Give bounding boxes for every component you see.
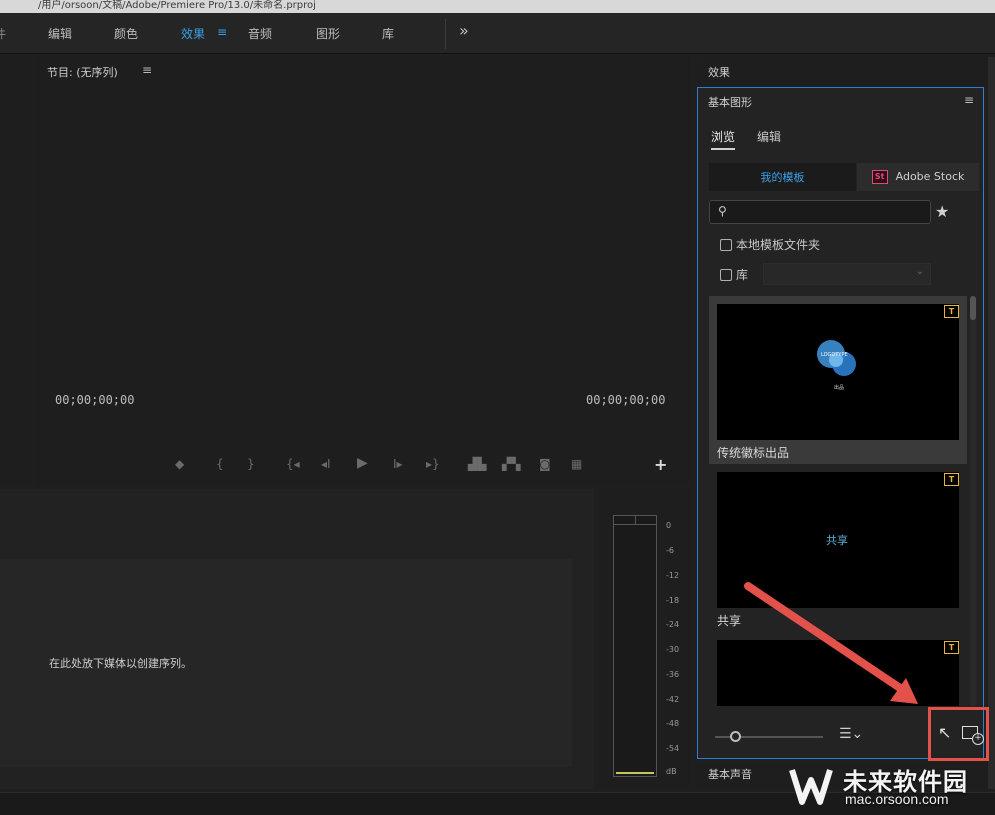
checkbox-icon — [720, 269, 732, 281]
meter-scale-label: -30 — [666, 645, 680, 654]
timeline-panel: 在此处放下媒体以创建序列。 — [0, 489, 594, 789]
essential-sound-title: 基本声音 — [708, 768, 752, 781]
template-list-scrollbar[interactable] — [970, 296, 976, 706]
template-type-icon: T — [944, 305, 959, 318]
meter-scale-label: -18 — [666, 596, 680, 605]
export-frame-icon[interactable]: ◙ — [539, 457, 551, 471]
template-type-icon: T — [944, 641, 959, 654]
go-to-in-icon[interactable]: {◂ — [286, 457, 300, 471]
favorites-star-icon[interactable]: ★ — [935, 202, 949, 221]
window-path: /用户/orsoon/文稿/Adobe/Premiere Pro/13.0/未命… — [0, 0, 995, 13]
adobe-stock-button[interactable]: St Adobe Stock — [857, 163, 979, 191]
scrollbar-thumb[interactable] — [970, 296, 976, 320]
lift-icon[interactable]: ▟▙ — [468, 457, 486, 471]
workspace-tab-libraries[interactable]: 库 — [382, 25, 394, 42]
workspace-menu-icon[interactable]: ≡ — [217, 25, 227, 39]
workspace-bar: 件 编辑 颜色 效果 ≡ 音频 图形 库 » — [0, 13, 995, 54]
program-monitor: 节目: (无序列) ≡ 00;00;00;00 00;00;00;00 ◆ { … — [36, 57, 690, 485]
watermark-url: mac.orsoon.com — [845, 791, 949, 807]
workspace-divider — [445, 19, 446, 49]
template-type-icon: T — [944, 473, 959, 486]
watermark-logo-icon — [789, 769, 833, 805]
my-templates-button[interactable]: 我的模板 — [709, 163, 856, 191]
chevron-down-icon: ⌄ — [915, 266, 924, 277]
workspace-tab-color[interactable]: 颜色 — [114, 25, 138, 42]
template-card[interactable]: LOGOTYPE 出品 T 传统徽标出品 — [709, 296, 967, 464]
library-select[interactable]: ⌄ — [763, 263, 931, 285]
mark-out-icon[interactable]: } — [247, 457, 255, 471]
workspace-tab-effects[interactable]: 效果 — [181, 25, 205, 42]
libraries-checkbox[interactable]: 库 — [720, 266, 748, 283]
template-thumbnail: LOGOTYPE 出品 — [717, 304, 959, 440]
audio-meter-track — [613, 515, 657, 777]
meter-scale-label: -36 — [666, 670, 680, 679]
meter-scale-label: 0 — [666, 521, 672, 530]
source-panel-strip — [0, 57, 32, 485]
tab-edit[interactable]: 编辑 — [757, 128, 781, 145]
step-forward-icon[interactable]: I▸ — [393, 457, 403, 471]
meter-scale-label: -48 — [666, 719, 680, 728]
program-title: 节目: (无序列) — [47, 66, 118, 79]
meter-scale-label: -54 — [666, 744, 680, 753]
template-thumb-text: 共享 — [826, 534, 848, 547]
step-back-icon[interactable]: ◂I — [321, 457, 331, 471]
button-editor-icon[interactable]: + — [654, 455, 667, 474]
template-thumb-text: LOGOTYPE — [821, 352, 848, 358]
effects-panel-title: 效果 — [708, 66, 730, 79]
meter-scale-label: -24 — [666, 620, 680, 629]
timeline-drop-hint: 在此处放下媒体以创建序列。 — [49, 657, 192, 670]
effects-panel-tab[interactable]: 效果 — [697, 57, 988, 85]
mark-in-icon[interactable]: { — [216, 457, 224, 471]
essential-graphics-menu-icon[interactable]: ≡ — [964, 93, 974, 107]
adobe-stock-icon: St — [871, 170, 888, 184]
program-menu-icon[interactable]: ≡ — [142, 63, 152, 77]
meter-scale-label: -12 — [666, 571, 680, 580]
meter-scale-label: -42 — [666, 695, 680, 704]
workspace-tab-audio[interactable]: 音频 — [248, 25, 272, 42]
add-marker-icon[interactable]: ◆ — [175, 457, 184, 471]
program-timecode-duration: 00;00;00;00 — [586, 393, 666, 407]
workspace-overflow-icon[interactable]: » — [459, 21, 469, 40]
go-to-out-icon[interactable]: ▸} — [426, 457, 440, 471]
program-timecode-current[interactable]: 00;00;00;00 — [55, 393, 134, 407]
tab-browse[interactable]: 浏览 — [711, 128, 736, 150]
play-icon[interactable]: ▶ — [357, 455, 368, 471]
local-templates-folder-label: 本地模板文件夹 — [736, 238, 821, 252]
meter-scale-label: -6 — [666, 546, 674, 555]
extract-icon[interactable]: ▞▚ — [502, 457, 520, 471]
essential-graphics-title: 基本图形 — [708, 96, 752, 109]
annotation-highlight-box — [928, 707, 989, 761]
template-label: 共享 — [717, 614, 742, 628]
template-label: 传统徽标出品 — [717, 446, 790, 460]
slider-knob[interactable] — [730, 731, 741, 742]
sort-icon[interactable]: ☰⌄ — [839, 726, 863, 742]
logotype-graphic — [817, 340, 856, 376]
comparison-view-icon[interactable]: ▦ — [571, 457, 582, 471]
annotation-arrow-icon — [744, 582, 918, 704]
watermark: 未来软件园 mac.orsoon.com — [788, 758, 995, 815]
workspace-tab-partial[interactable]: 件 — [0, 25, 6, 42]
workspace-tab-edit[interactable]: 编辑 — [48, 25, 72, 42]
adobe-stock-label: Adobe Stock — [895, 170, 965, 183]
workspace-tab-graphics[interactable]: 图形 — [316, 25, 340, 42]
template-search-input[interactable]: ⚲ — [709, 200, 931, 224]
template-source-toggle: 我的模板 St Adobe Stock — [709, 163, 979, 191]
template-thumb-subtext: 出品 — [834, 385, 845, 391]
audio-meter-level — [616, 772, 654, 774]
meter-scale-label: dB — [666, 767, 677, 776]
checkbox-icon — [720, 239, 732, 251]
audio-meter-panel: 0 -6 -12 -18 -24 -30 -36 -42 -48 -54 dB — [598, 489, 690, 789]
timeline-drop-area[interactable]: 在此处放下媒体以创建序列。 — [0, 559, 572, 767]
search-icon: ⚲ — [718, 204, 727, 218]
right-scrollbar[interactable] — [988, 57, 995, 789]
local-templates-folder-checkbox[interactable]: 本地模板文件夹 — [720, 236, 820, 253]
libraries-label: 库 — [736, 268, 749, 282]
